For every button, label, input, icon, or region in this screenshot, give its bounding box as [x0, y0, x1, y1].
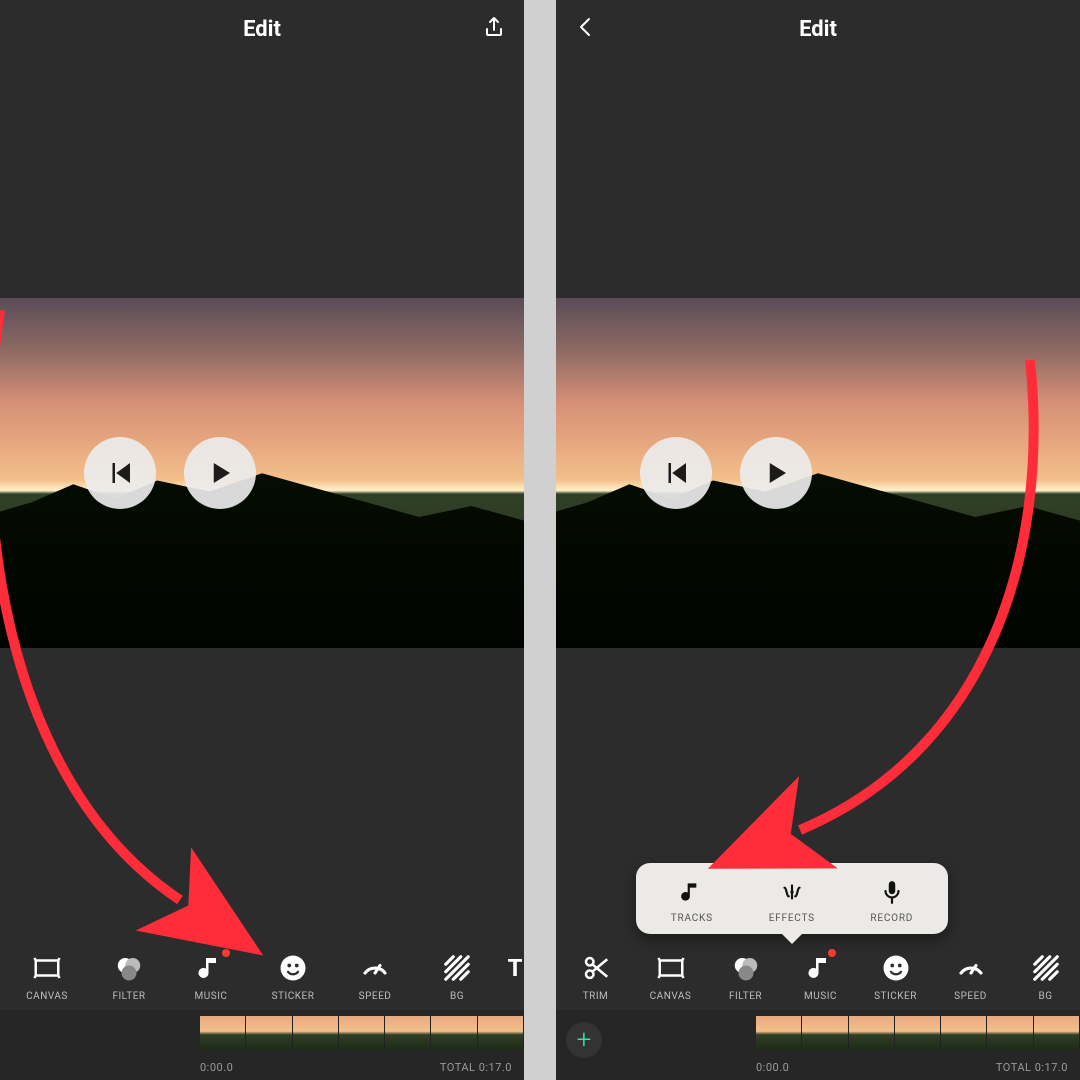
- bg-icon: [440, 951, 474, 985]
- tool-filter[interactable]: FILTER: [708, 951, 783, 1002]
- tool-canvas[interactable]: CANVAS: [6, 951, 88, 1002]
- video-preview: [556, 298, 1080, 648]
- popup-record[interactable]: RECORD: [842, 877, 942, 924]
- prev-button[interactable]: [84, 437, 156, 509]
- tool-filter[interactable]: FILTER: [88, 951, 170, 1002]
- filter-icon: [729, 951, 763, 985]
- play-button[interactable]: [740, 437, 812, 509]
- timeline[interactable]: + 0:00.0 TOTAL 0:17.0: [556, 1010, 1080, 1080]
- tool-sticker[interactable]: STICKER: [252, 951, 334, 1002]
- top-bar: Edit: [556, 0, 1080, 58]
- tool-bg[interactable]: BG: [416, 951, 498, 1002]
- page-title: Edit: [0, 17, 524, 42]
- scissors-icon: [579, 951, 613, 985]
- tool-label: SPEED: [359, 991, 392, 1002]
- playback-controls: [84, 437, 256, 509]
- music-note-icon: [677, 877, 707, 907]
- text-icon: T: [498, 951, 524, 985]
- tool-label: MUSIC: [804, 991, 837, 1002]
- popup-effects[interactable]: EFFECTS: [742, 877, 842, 924]
- tool-more[interactable]: T: [498, 951, 524, 1002]
- tool-trim[interactable]: TRIM: [558, 951, 633, 1002]
- play-icon: [205, 458, 235, 488]
- timeline[interactable]: 0:00.0 TOTAL 0:17.0: [0, 1010, 524, 1080]
- tool-speed[interactable]: SPEED: [933, 951, 1008, 1002]
- tool-sticker[interactable]: STICKER: [858, 951, 933, 1002]
- timeline-thumbnails[interactable]: [756, 1016, 1080, 1050]
- sticker-icon: [879, 951, 913, 985]
- popup-label: RECORD: [870, 913, 913, 924]
- tool-music[interactable]: MUSIC: [170, 951, 252, 1002]
- popup-tracks[interactable]: TRACKS: [642, 877, 742, 924]
- microphone-icon: [877, 877, 907, 907]
- timeline-labels: 0:00.0 TOTAL 0:17.0: [200, 1061, 512, 1074]
- tool-label: CANVAS: [26, 991, 68, 1002]
- popup-label: TRACKS: [671, 913, 713, 924]
- tool-canvas[interactable]: CANVAS: [633, 951, 708, 1002]
- canvas-icon: [30, 951, 64, 985]
- sticker-icon: [276, 951, 310, 985]
- video-preview: [0, 298, 524, 648]
- tool-music[interactable]: MUSIC: [783, 951, 858, 1002]
- tool-label: BG: [450, 991, 464, 1002]
- page-title: Edit: [556, 17, 1080, 42]
- tool-bg[interactable]: BG: [1008, 951, 1080, 1002]
- tool-label: FILTER: [112, 991, 145, 1002]
- timeline-labels: 0:00.0 TOTAL 0:17.0: [756, 1061, 1068, 1074]
- tool-label: CANVAS: [650, 991, 692, 1002]
- skip-back-icon: [661, 458, 691, 488]
- popup-label: EFFECTS: [769, 913, 815, 924]
- tool-label: TRIM: [583, 991, 609, 1002]
- notification-dot: [828, 949, 836, 957]
- screenshot-left: Edit CANVAS FILTER MUSIC: [0, 0, 524, 1080]
- tool-label: SPEED: [954, 991, 987, 1002]
- top-bar: Edit: [0, 0, 524, 58]
- timeline-start: 0:00.0: [200, 1061, 233, 1074]
- bottom-toolbar: CANVAS FILTER MUSIC STICKER SPEED BG T: [0, 951, 524, 1002]
- tool-label: MUSIC: [195, 991, 228, 1002]
- skip-back-icon: [105, 458, 135, 488]
- play-button[interactable]: [184, 437, 256, 509]
- notification-dot: [222, 949, 230, 957]
- prev-button[interactable]: [640, 437, 712, 509]
- timeline-total: TOTAL 0:17.0: [996, 1061, 1068, 1074]
- music-popup: TRACKS EFFECTS RECORD: [636, 863, 948, 934]
- tool-label: STICKER: [272, 991, 315, 1002]
- effects-icon: [777, 877, 807, 907]
- timeline-total: TOTAL 0:17.0: [440, 1061, 512, 1074]
- playback-controls: [640, 437, 812, 509]
- play-icon: [761, 458, 791, 488]
- tool-label: BG: [1038, 991, 1052, 1002]
- screenshot-right: Edit TRACKS EFFECTS RECORD T: [556, 0, 1080, 1080]
- bg-icon: [1029, 951, 1063, 985]
- tool-speed[interactable]: SPEED: [334, 951, 416, 1002]
- canvas-icon: [654, 951, 688, 985]
- tool-label: STICKER: [874, 991, 917, 1002]
- speed-icon: [954, 951, 988, 985]
- timeline-thumbnails[interactable]: [200, 1016, 524, 1050]
- tool-label: FILTER: [729, 991, 762, 1002]
- speed-icon: [358, 951, 392, 985]
- filter-icon: [112, 951, 146, 985]
- bottom-toolbar: TRIM CANVAS FILTER MUSIC STICKER SPEED B…: [556, 951, 1080, 1002]
- add-clip-button[interactable]: +: [566, 1022, 602, 1058]
- plus-icon: +: [577, 1025, 592, 1055]
- timeline-start: 0:00.0: [756, 1061, 789, 1074]
